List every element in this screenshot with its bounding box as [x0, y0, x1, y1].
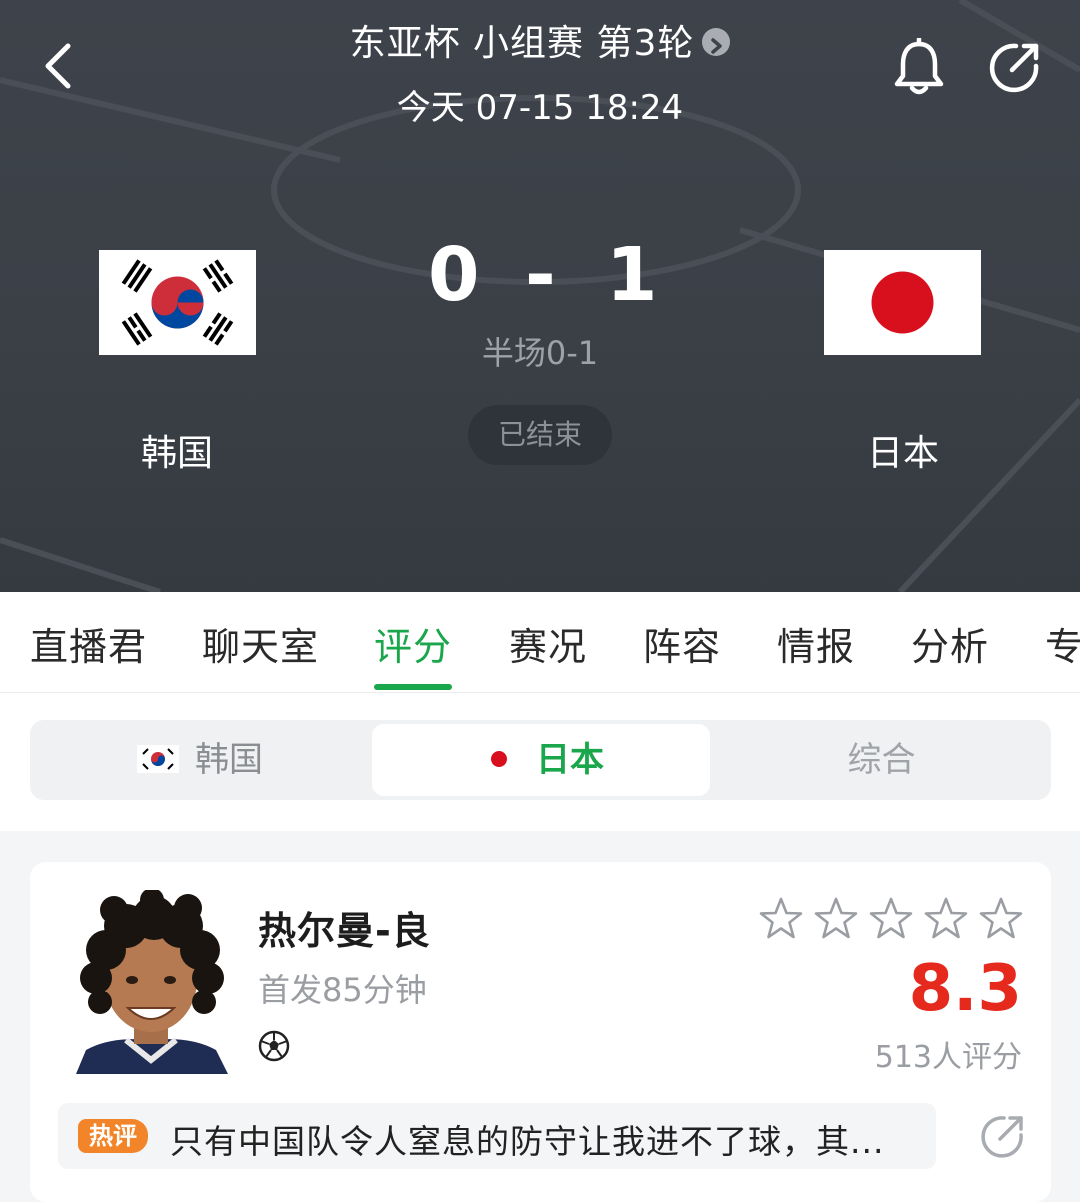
star-outline-icon[interactable]	[978, 896, 1024, 942]
player-minutes: 首发85分钟	[258, 971, 427, 1009]
player-name[interactable]: 热尔曼-良	[258, 900, 431, 955]
match-status-badge: 已结束	[468, 405, 612, 465]
away-team-name[interactable]: 日本	[783, 424, 1023, 476]
rating-votes-count: 513人评分	[874, 1040, 1022, 1075]
notification-button[interactable]	[892, 36, 946, 96]
home-score: 0	[428, 232, 480, 318]
segment-overall[interactable]: 综合	[712, 720, 1051, 800]
tab-analysis[interactable]: 分析	[911, 616, 989, 671]
tab-intel[interactable]: 情报	[777, 616, 855, 671]
segment-away-team[interactable]: 日本	[372, 724, 710, 796]
match-header: 东亚杯 小组赛 第3轮 今天 07-15 18:24 0 - 1 半场0-1 已…	[0, 0, 1080, 592]
soccer-ball-icon	[258, 1030, 290, 1062]
share-button[interactable]	[986, 40, 1042, 96]
tab-match-events[interactable]: 赛况	[509, 616, 587, 671]
share-comment-button[interactable]	[978, 1113, 1026, 1161]
tab-more[interactable]: 专	[1045, 616, 1080, 671]
bell-icon	[894, 36, 944, 95]
star-outline-icon[interactable]	[868, 896, 914, 942]
segment-home-team[interactable]: 韩国	[30, 720, 370, 800]
tab-chatroom[interactable]: 聊天室	[202, 616, 319, 671]
player-avatar[interactable]	[66, 890, 236, 1074]
tab-live[interactable]: 直播君	[30, 616, 147, 671]
segment-away-label: 日本	[536, 740, 604, 780]
tab-lineup[interactable]: 阵容	[643, 616, 721, 671]
active-tab-indicator	[374, 684, 452, 690]
home-team-name[interactable]: 韩国	[57, 424, 297, 476]
chevron-right-circle-icon	[702, 28, 731, 56]
team-switcher: 韩国 日本 综合	[30, 720, 1051, 800]
tab-bar: 直播君 聊天室 评分 赛况 阵容 情报 分析 专	[0, 592, 1080, 693]
korea-flag-icon	[137, 744, 179, 773]
segment-home-label: 韩国	[195, 740, 263, 780]
hot-comment-badge: 热评	[78, 1119, 148, 1153]
score-separator: -	[525, 232, 556, 318]
share-icon	[989, 43, 1039, 93]
hot-comment[interactable]: 热评 只有中国队令人窒息的防守让我进不了球，其...	[58, 1103, 936, 1169]
share-icon	[981, 1116, 1023, 1158]
star-outline-icon[interactable]	[813, 896, 859, 942]
star-outline-icon[interactable]	[758, 896, 804, 942]
star-outline-icon[interactable]	[923, 896, 969, 942]
tab-ratings[interactable]: 评分	[374, 616, 452, 671]
player-rating-score: 8.3	[908, 952, 1022, 1026]
halftime-score: 半场0-1	[481, 334, 599, 372]
player-photo	[66, 890, 236, 1074]
match-title: 东亚杯 小组赛 第3轮	[349, 23, 695, 64]
japan-flag-icon	[491, 750, 507, 767]
away-score: 1	[606, 232, 658, 318]
hot-comment-text: 只有中国队令人窒息的防守让我进不了球，其...	[170, 1122, 885, 1161]
